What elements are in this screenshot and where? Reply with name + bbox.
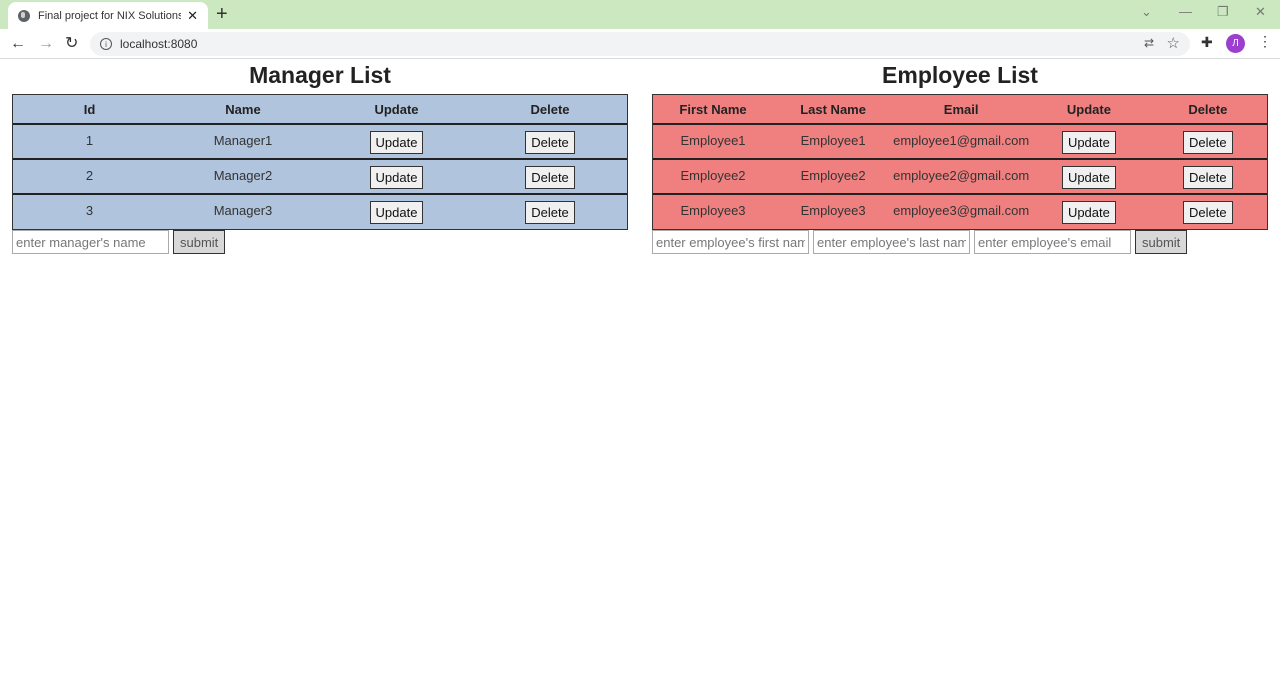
header-last-name: Last Name bbox=[773, 95, 894, 125]
reload-icon[interactable]: ↻ bbox=[65, 34, 78, 54]
address-bar[interactable]: i localhost:8080 ⇄ ☆ bbox=[90, 32, 1190, 56]
update-manager-button[interactable]: Update bbox=[369, 201, 424, 224]
manager-id: 1 bbox=[13, 124, 166, 160]
header-name: Name bbox=[166, 95, 320, 125]
delete-manager-button[interactable]: Delete bbox=[525, 130, 575, 154]
header-delete: Delete bbox=[1148, 95, 1267, 125]
delete-manager-button[interactable]: Delete bbox=[525, 165, 575, 189]
extensions-puzzle-icon[interactable]: ✚ bbox=[1201, 34, 1213, 51]
employee-header-row: First Name Last Name Email Update Delete bbox=[653, 95, 1267, 125]
delete-employee-button[interactable]: Delete bbox=[1183, 130, 1233, 154]
employee-email-input[interactable] bbox=[974, 230, 1131, 254]
employee-last-name: Employee3 bbox=[800, 203, 866, 218]
employee-last-name: Employee2 bbox=[773, 159, 894, 195]
tab-title: Final project for NIX Solutions! bbox=[38, 9, 182, 22]
employee-email: employee1@gmail.com bbox=[893, 124, 1030, 160]
manager-name-input[interactable] bbox=[12, 230, 169, 254]
employee-first-name: Employee2 bbox=[653, 159, 774, 195]
manager-id: 3 bbox=[85, 203, 94, 218]
manager-table: Id Name Update Delete 1 Manager1 Update … bbox=[12, 94, 628, 230]
translate-icon[interactable]: ⇄ bbox=[1144, 36, 1154, 50]
delete-manager-button[interactable]: Delete bbox=[525, 201, 575, 224]
close-tab-icon[interactable]: ✕ bbox=[187, 8, 198, 24]
delete-employee-button[interactable]: Delete bbox=[1183, 165, 1233, 189]
manager-name: Manager1 bbox=[166, 124, 320, 160]
employee-row: Employee3 Employee3 employee3@gmail.com … bbox=[653, 194, 1267, 229]
restore-icon[interactable]: ❐ bbox=[1217, 4, 1229, 20]
employee-row: Employee1 Employee1 employee1@gmail.com … bbox=[653, 124, 1267, 160]
tab-search-icon[interactable]: ⌄ bbox=[1141, 4, 1152, 20]
header-first-name: First Name bbox=[653, 95, 774, 125]
manager-panel: Manager List Id Name Update Delete 1 Man… bbox=[12, 60, 628, 254]
forward-icon[interactable]: → bbox=[38, 34, 54, 54]
minimize-icon[interactable]: — bbox=[1179, 4, 1192, 19]
employee-row: Employee2 Employee2 employee2@gmail.com … bbox=[653, 159, 1267, 195]
header-id: Id bbox=[13, 95, 166, 125]
browser-toolbar: ← → ↻ i localhost:8080 ⇄ ☆ bbox=[0, 29, 1280, 59]
manager-name: Manager2 bbox=[166, 159, 320, 195]
manager-id: 2 bbox=[13, 159, 166, 195]
manager-row: 2 Manager2 Update Delete bbox=[13, 159, 627, 195]
manager-row: 3 Manager3 Update Delete bbox=[13, 194, 627, 229]
bookmark-star-icon[interactable]: ☆ bbox=[1167, 34, 1180, 52]
header-update: Update bbox=[320, 95, 473, 125]
add-employee-form: submit bbox=[652, 230, 1268, 254]
update-manager-button[interactable]: Update bbox=[369, 165, 424, 189]
employee-last-name: Employee1 bbox=[773, 124, 894, 160]
update-employee-button[interactable]: Update bbox=[1061, 165, 1116, 189]
globe-icon bbox=[18, 9, 30, 22]
manager-header-row: Id Name Update Delete bbox=[13, 95, 627, 125]
employee-first-name: Employee3 bbox=[680, 203, 746, 218]
tab-strip: Final project for NIX Solutions! ✕ + ⌄ —… bbox=[0, 0, 1280, 29]
employee-submit-button[interactable]: submit bbox=[1135, 230, 1188, 254]
manager-list-title: Manager List bbox=[249, 62, 391, 88]
employee-list-title: Employee List bbox=[882, 62, 1038, 88]
profile-avatar[interactable]: Л bbox=[1226, 34, 1245, 53]
employee-first-name: Employee1 bbox=[653, 124, 774, 160]
delete-employee-button[interactable]: Delete bbox=[1183, 201, 1233, 224]
manager-name: Manager3 bbox=[213, 203, 273, 218]
header-email: Email bbox=[893, 95, 1030, 125]
browser-menu-icon[interactable]: ⋮ bbox=[1258, 33, 1272, 50]
header-delete: Delete bbox=[473, 95, 627, 125]
manager-submit-button[interactable]: submit bbox=[173, 230, 226, 254]
update-employee-button[interactable]: Update bbox=[1061, 130, 1116, 154]
employee-last-name-input[interactable] bbox=[813, 230, 970, 254]
employee-table: First Name Last Name Email Update Delete… bbox=[652, 94, 1268, 230]
update-manager-button[interactable]: Update bbox=[369, 130, 424, 154]
site-info-icon[interactable]: i bbox=[100, 38, 112, 50]
manager-row: 1 Manager1 Update Delete bbox=[13, 124, 627, 160]
employee-email: employee3@gmail.com bbox=[893, 203, 1030, 218]
add-manager-form: submit bbox=[12, 230, 628, 254]
back-icon[interactable]: ← bbox=[10, 34, 26, 54]
employee-email: employee2@gmail.com bbox=[893, 159, 1030, 195]
new-tab-icon[interactable]: + bbox=[216, 4, 228, 24]
header-update: Update bbox=[1029, 95, 1149, 125]
browser-tab[interactable]: Final project for NIX Solutions! ✕ bbox=[8, 2, 208, 29]
employee-first-name-input[interactable] bbox=[652, 230, 809, 254]
address-url: localhost:8080 bbox=[120, 37, 198, 51]
employee-panel: Employee List First Name Last Name Email… bbox=[652, 60, 1268, 254]
window-close-icon[interactable]: ✕ bbox=[1255, 4, 1266, 20]
update-employee-button[interactable]: Update bbox=[1061, 201, 1116, 224]
